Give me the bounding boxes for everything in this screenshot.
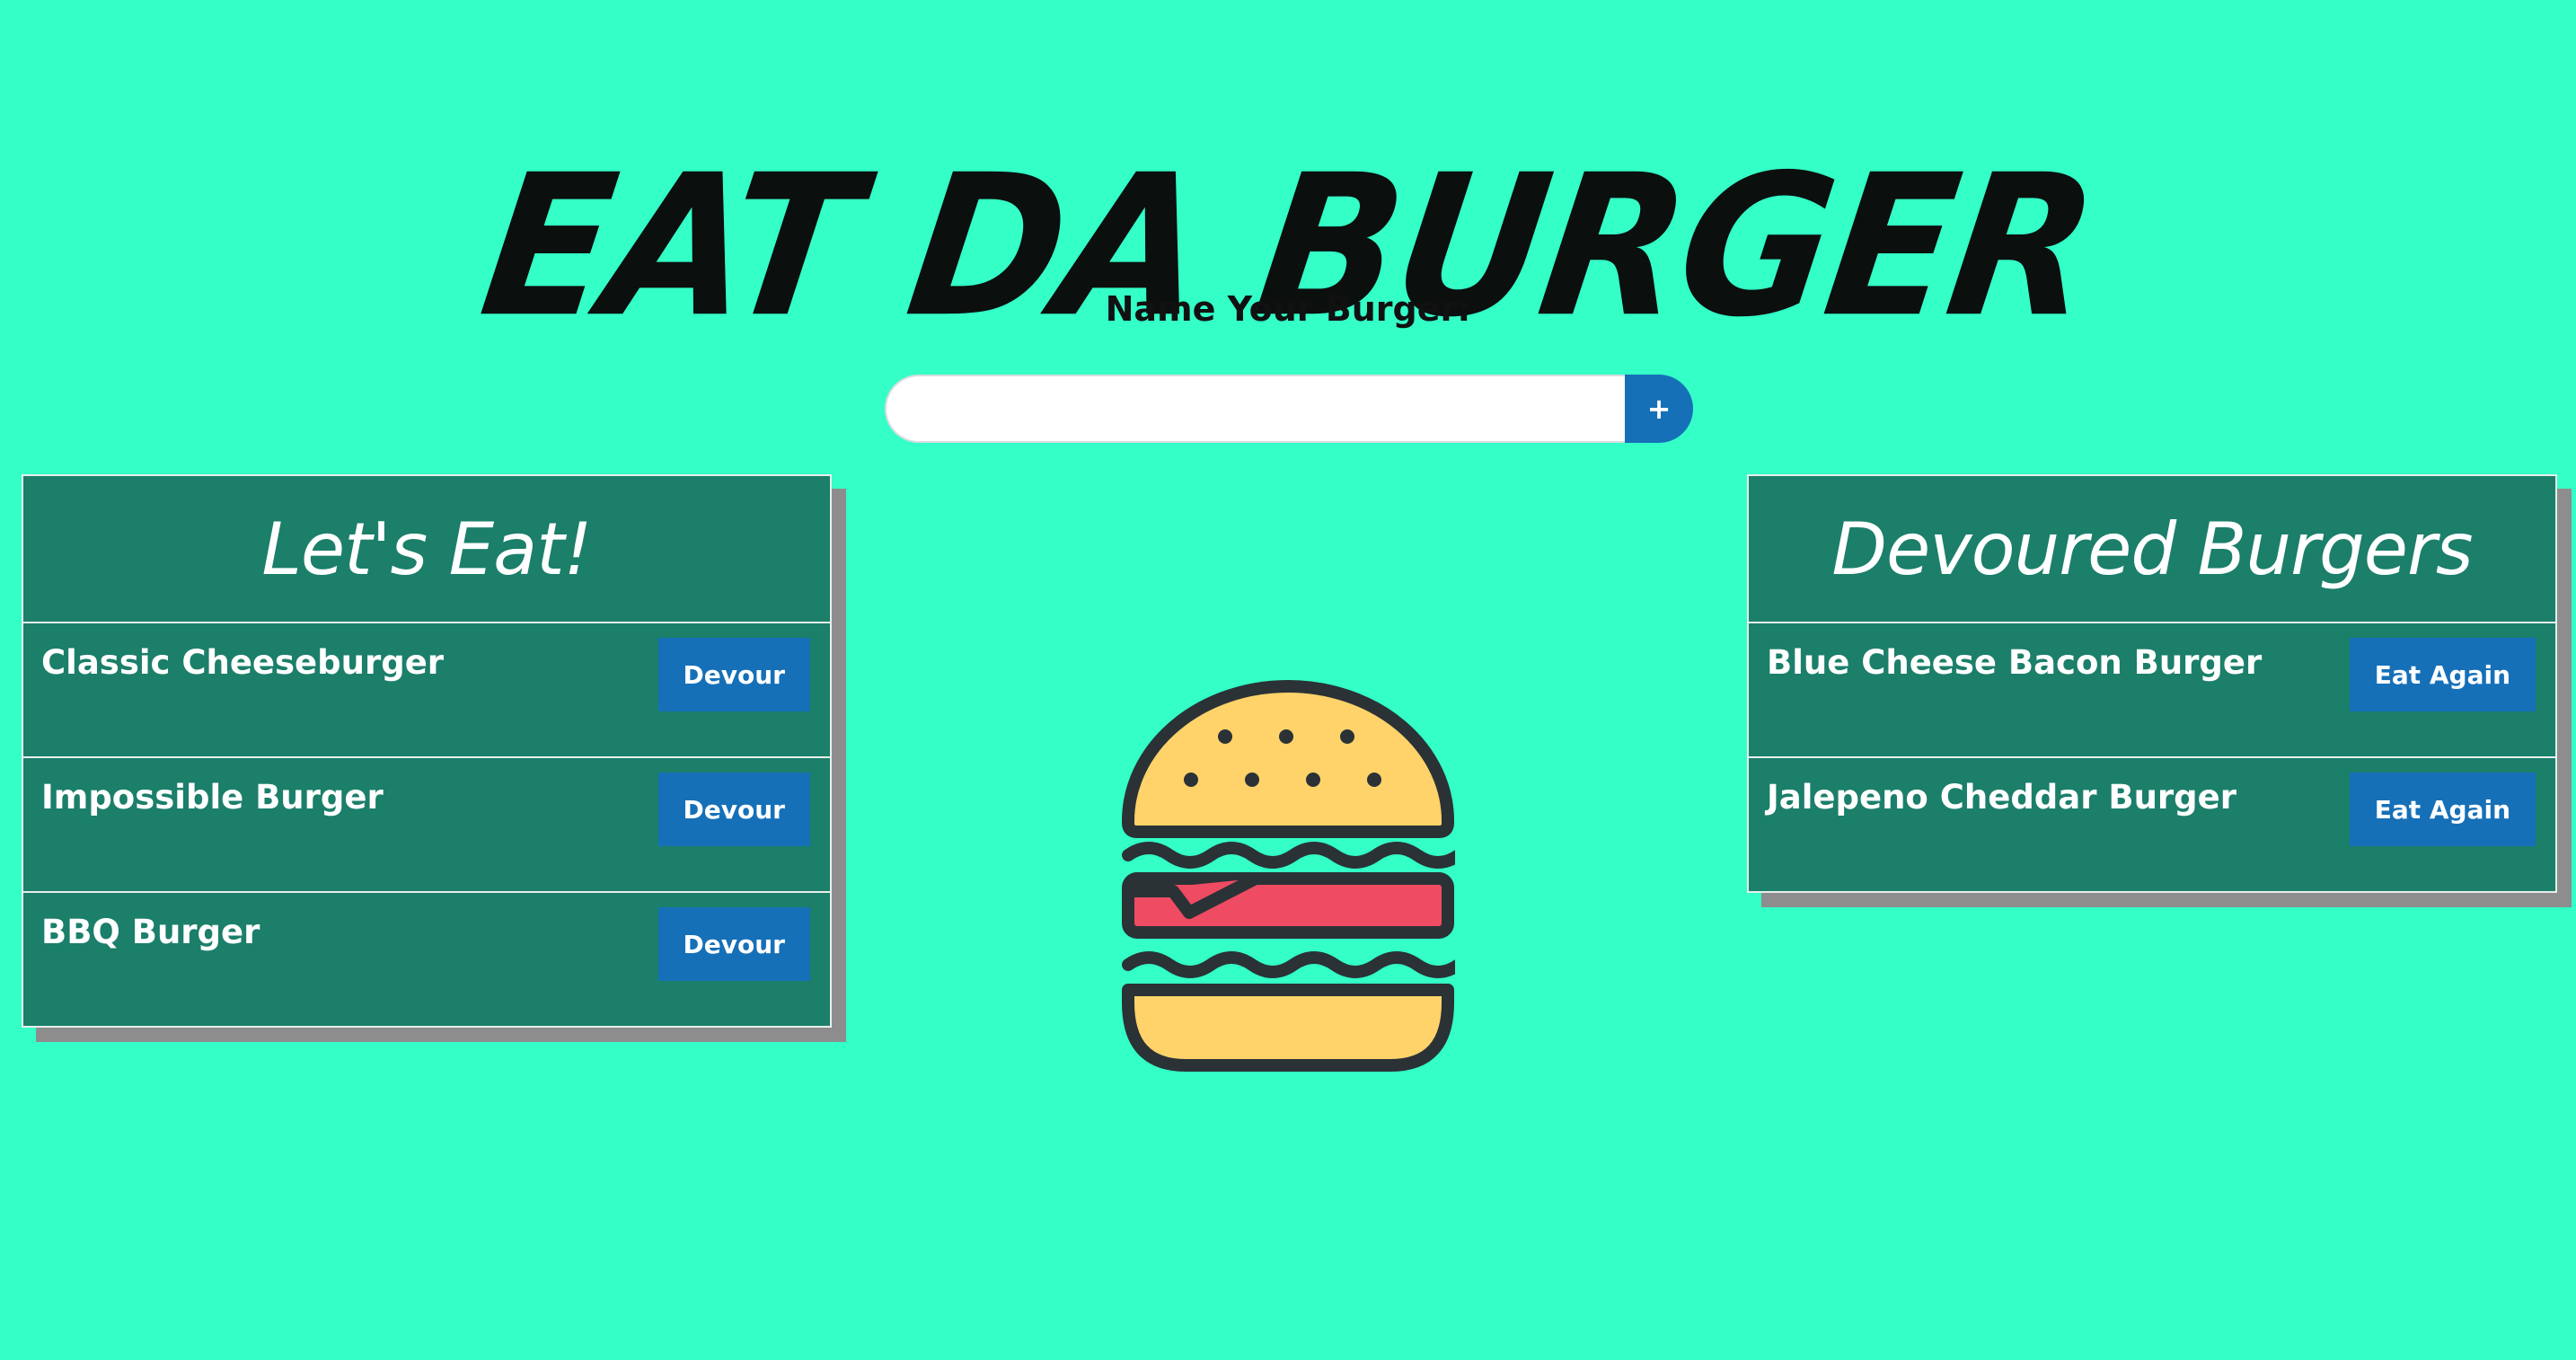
devour-button[interactable]: Devour (657, 773, 810, 846)
list-item: Classic Cheeseburger Devour (23, 623, 830, 758)
burger-name-input[interactable] (885, 375, 1625, 443)
burger-name: Blue Cheese Bacon Burger (1767, 643, 2263, 682)
devoured-title: Devoured Burgers (1749, 476, 2555, 623)
burger-icon (1121, 679, 1465, 1074)
eat-again-button[interactable]: Eat Again (2349, 638, 2536, 711)
devour-button[interactable]: Devour (657, 907, 810, 981)
list-item: Impossible Burger Devour (23, 758, 830, 893)
add-burger-button[interactable]: + (1625, 375, 1693, 443)
list-item: BBQ Burger Devour (23, 893, 830, 1026)
add-burger-form: + (885, 375, 1693, 443)
devour-button[interactable]: Devour (657, 638, 810, 711)
lets-eat-title: Let's Eat! (23, 476, 830, 623)
eat-again-button[interactable]: Eat Again (2349, 773, 2536, 846)
lets-eat-panel: Let's Eat! Classic Cheeseburger Devour I… (22, 474, 832, 1028)
list-item: Blue Cheese Bacon Burger Eat Again (1749, 623, 2555, 758)
burger-name: BBQ Burger (41, 913, 260, 951)
list-item: Jalepeno Cheddar Burger Eat Again (1749, 758, 2555, 891)
burger-name: Impossible Burger (41, 778, 384, 817)
devoured-panel: Devoured Burgers Blue Cheese Bacon Burge… (1747, 474, 2557, 893)
burger-name: Jalepeno Cheddar Burger (1767, 778, 2237, 817)
burger-name: Classic Cheeseburger (41, 643, 445, 682)
burger-name-label: Name Your Burger: (1105, 289, 1471, 329)
